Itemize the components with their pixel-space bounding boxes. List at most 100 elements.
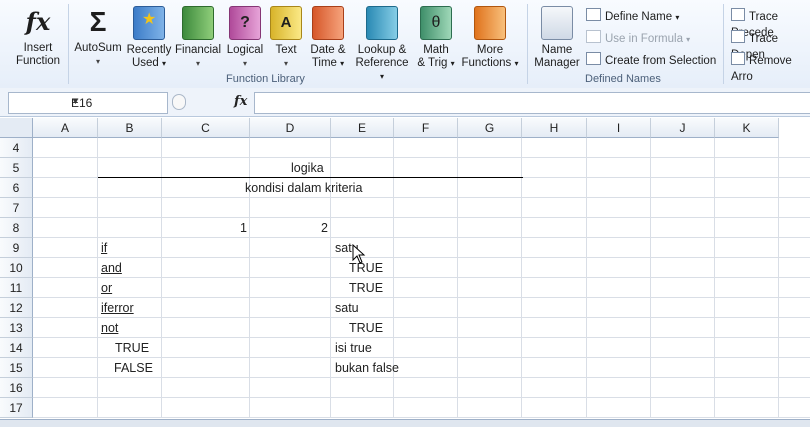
recently-used-button[interactable]: ★ Recently Used ▾	[124, 6, 174, 70]
column-header-b[interactable]: B	[98, 118, 162, 138]
cell-e12[interactable]: satu	[335, 298, 359, 318]
math-trig-button[interactable]: θ Math & Trig ▾	[414, 6, 458, 70]
column-header-c[interactable]: C	[162, 118, 250, 138]
remove-arrows-button[interactable]: Remove Arro	[731, 52, 810, 83]
chevron-down-icon: ▾	[675, 13, 680, 22]
cell-d8[interactable]: 2	[321, 218, 328, 238]
row-gridline	[33, 237, 810, 238]
row-gridline	[33, 277, 810, 278]
cell-b11[interactable]: or	[101, 278, 112, 298]
column-header-f[interactable]: F	[394, 118, 458, 138]
column-header-a[interactable]: A	[33, 118, 98, 138]
cell-e15[interactable]: bukan false	[335, 358, 399, 378]
name-manager-label-2: Manager	[534, 57, 580, 69]
column-header-e[interactable]: E	[331, 118, 394, 138]
formula-input[interactable]	[254, 92, 810, 114]
name-manager-label: Name	[541, 44, 573, 56]
cell-c5[interactable]: logika	[291, 158, 324, 178]
formula-bar-resize-handle[interactable]	[172, 94, 186, 110]
column-header-d[interactable]: D	[250, 118, 331, 138]
column-gridline	[521, 138, 522, 418]
chevron-down-icon: ▾	[95, 57, 100, 66]
group-separator	[68, 4, 69, 84]
formula-bar: E16 ▼ fx	[0, 88, 810, 117]
cell-c6[interactable]: kondisi dalam kriteria	[245, 178, 362, 198]
date-time-button[interactable]: Date & Time ▾	[306, 6, 350, 70]
row-header-5[interactable]: 5	[0, 158, 33, 178]
defined-names-group-label: Defined Names	[585, 73, 661, 85]
cell-c8[interactable]: 1	[240, 218, 247, 238]
row-gridline	[33, 257, 810, 258]
define-name-icon	[586, 8, 601, 21]
chevron-down-icon[interactable]: ▼	[71, 96, 165, 106]
row-header-6[interactable]: 6	[0, 178, 33, 198]
select-all-corner[interactable]	[0, 118, 33, 138]
use-in-formula-button[interactable]: Use in Formula ▾	[586, 30, 690, 46]
more-functions-button[interactable]: More Functions ▾	[460, 6, 520, 70]
row-gridline	[33, 417, 810, 418]
stack-books-icon	[474, 6, 506, 40]
cell-b12[interactable]: iferror	[101, 298, 134, 318]
row-gridline	[33, 317, 810, 318]
chevron-down-icon: ▾	[450, 59, 455, 68]
text-button[interactable]: A Text ▾	[270, 6, 302, 68]
insert-function-fx-icon[interactable]: fx	[234, 94, 247, 109]
cell-b13[interactable]: not	[101, 318, 118, 338]
column-gridline	[161, 138, 162, 418]
cell-b10[interactable]: and	[101, 258, 122, 278]
name-manager-button[interactable]: Name Manager	[532, 6, 582, 70]
trace-precedents-button[interactable]: Trace Precede	[731, 8, 810, 39]
cell-b14[interactable]: TRUE	[115, 338, 149, 358]
mouse-pointer-icon	[352, 244, 366, 264]
cell-e11[interactable]: TRUE	[349, 278, 383, 298]
insert-function-label-2: Function	[15, 55, 61, 67]
row-header-12[interactable]: 12	[0, 298, 33, 318]
financial-button[interactable]: Financial ▾	[174, 6, 222, 68]
column-header-h[interactable]: H	[522, 118, 587, 138]
insert-function-button[interactable]: fx Insert Function	[12, 6, 64, 68]
define-name-button[interactable]: Define Name ▾	[586, 8, 679, 24]
row-header-9[interactable]: 9	[0, 238, 33, 258]
create-from-selection-button[interactable]: Create from Selection	[586, 52, 716, 68]
row-header-14[interactable]: 14	[0, 338, 33, 358]
row-header-13[interactable]: 13	[0, 318, 33, 338]
trace-dependents-button[interactable]: Trace Depen	[731, 30, 810, 61]
create-from-selection-icon	[586, 52, 601, 65]
name-box[interactable]: E16 ▼	[8, 92, 168, 114]
row-header-10[interactable]: 10	[0, 258, 33, 278]
lookup-reference-button[interactable]: Lookup & Reference ▾	[352, 6, 412, 83]
autosum-button[interactable]: Σ AutoSum ▾	[72, 6, 124, 66]
column-header-k[interactable]: K	[715, 118, 779, 138]
logical-button[interactable]: ? Logical ▾	[224, 6, 266, 68]
date-time-label-2: Time ▾	[311, 57, 345, 69]
recently-used-label: Recently	[126, 44, 172, 56]
column-gridline	[650, 138, 651, 418]
column-gridline	[586, 138, 587, 418]
row-header-15[interactable]: 15	[0, 358, 33, 378]
row-gridline	[33, 297, 810, 298]
cell-b9[interactable]: if	[101, 238, 107, 258]
column-header-j[interactable]: J	[651, 118, 715, 138]
row-header-8[interactable]: 8	[0, 218, 33, 238]
chevron-down-icon: ▾	[195, 59, 200, 68]
row-header-11[interactable]: 11	[0, 278, 33, 298]
lookup-reference-label-2: Reference ▾	[355, 57, 409, 81]
autosum-label: AutoSum	[74, 42, 122, 54]
cell-e13[interactable]: TRUE	[349, 318, 383, 338]
lookup-book-icon	[366, 6, 398, 40]
recently-used-label-2: Used ▾	[131, 57, 167, 69]
cell-e14[interactable]: isi true	[335, 338, 372, 358]
row-gridline	[33, 157, 810, 158]
financial-label: Financial	[174, 44, 222, 56]
row-header-17[interactable]: 17	[0, 398, 33, 418]
chevron-down-icon: ▾	[242, 59, 247, 68]
row-header-7[interactable]: 7	[0, 198, 33, 218]
ribbon: fx Insert Function Σ AutoSum ▾ ★ Recentl…	[0, 0, 810, 89]
cell-b15[interactable]: FALSE	[114, 358, 153, 378]
row-header-16[interactable]: 16	[0, 378, 33, 398]
column-header-i[interactable]: I	[587, 118, 651, 138]
column-header-g[interactable]: G	[458, 118, 522, 138]
define-name-label: Define Name	[605, 11, 673, 23]
row-header-4[interactable]: 4	[0, 138, 33, 158]
column-gridline	[97, 138, 98, 418]
